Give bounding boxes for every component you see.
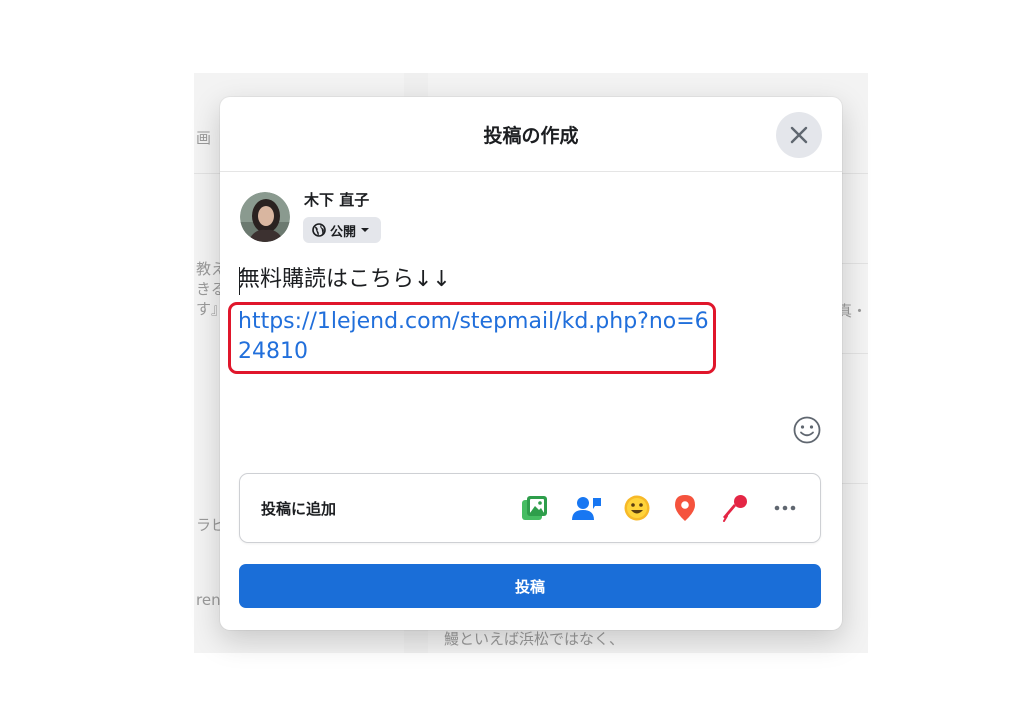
dialog-header: 投稿の作成 [220, 97, 842, 172]
tag-people-icon [572, 497, 601, 520]
dialog-title: 投稿の作成 [483, 125, 579, 147]
add-to-post-bar: 投稿に追加 [239, 473, 821, 543]
photo-video-button[interactable] [519, 492, 551, 524]
link-highlight-annotation [228, 302, 716, 374]
background-text: ren [196, 591, 221, 609]
audience-label: 公開 [330, 224, 357, 240]
check-in-button[interactable] [669, 492, 701, 524]
check-in-icon [675, 495, 695, 521]
more-icon [774, 505, 796, 511]
user-name: 木下 直子 [304, 191, 370, 209]
background-text: 鰻といえば浜松ではなく、 [444, 630, 625, 648]
emoji-button[interactable] [792, 415, 822, 445]
avatar [240, 192, 290, 242]
feeling-icon [624, 495, 650, 521]
add-to-post-label: 投稿に追加 [261, 500, 337, 518]
photo-video-icon [522, 496, 547, 520]
live-event-icon [723, 495, 747, 522]
close-button[interactable] [776, 112, 822, 158]
background-text: 画 [196, 129, 212, 147]
smiley-icon [793, 416, 821, 444]
post-text-input[interactable]: 無料購読はこちら↓↓ [238, 265, 738, 295]
close-icon [790, 126, 808, 144]
tag-people-button[interactable] [571, 492, 603, 524]
more-options-button[interactable] [769, 492, 801, 524]
create-post-dialog: 投稿の作成 木下 直子 公開 無料購読はこちら↓↓ https://1lejen… [220, 97, 842, 630]
audience-selector[interactable]: 公開 [303, 217, 382, 243]
post-submit-button[interactable]: 投稿 [239, 564, 821, 608]
live-event-button[interactable] [719, 492, 751, 524]
globe-icon [312, 223, 326, 237]
feeling-activity-button[interactable] [621, 492, 653, 524]
caret-down-icon [361, 228, 370, 232]
